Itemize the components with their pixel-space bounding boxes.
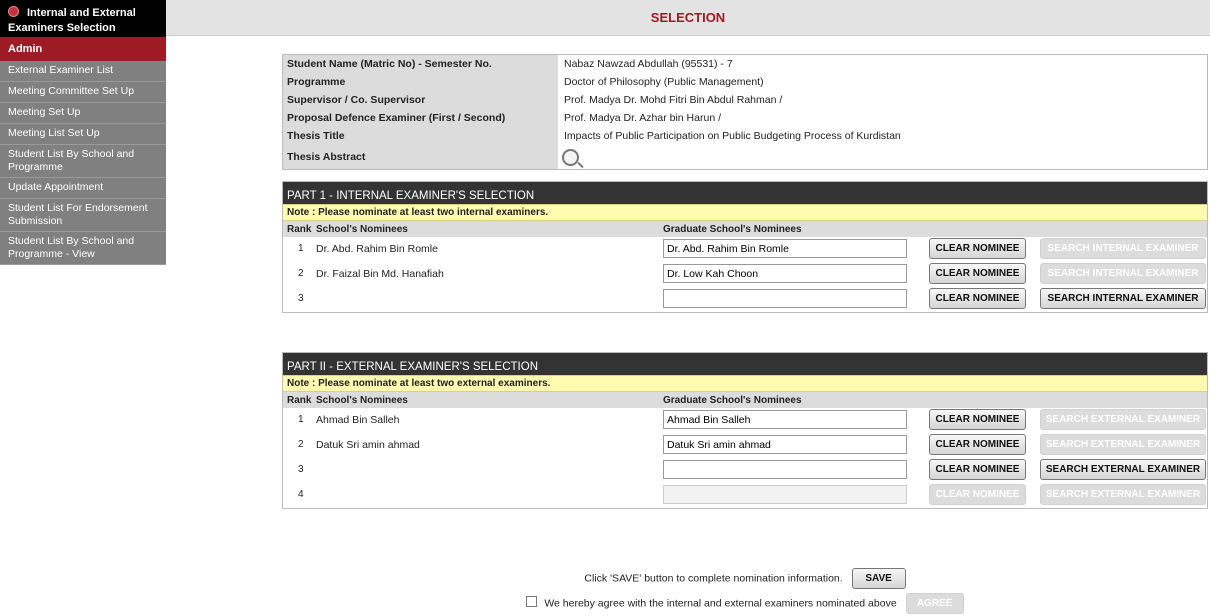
agree-area: We hereby agree with the internal and ex… xyxy=(282,593,1208,614)
sidebar-item-admin[interactable]: Admin xyxy=(0,37,166,61)
clear-nominee-button[interactable]: CLEAR NOMINEE xyxy=(929,288,1026,309)
thesis-abstract-label: Thesis Abstract xyxy=(283,145,558,169)
school-nominee: Ahmad Bin Salleh xyxy=(316,414,400,426)
magnifier-icon[interactable] xyxy=(562,148,579,166)
clear-nominee-button[interactable]: CLEAR NOMINEE xyxy=(929,238,1026,259)
sidebar-item-update-appointment[interactable]: Update Appointment xyxy=(0,178,166,199)
sidebar-item-meeting-list-set-up[interactable]: Meeting List Set Up xyxy=(0,124,166,145)
school-nominee: Dr. Faizal Bin Md. Hanafiah xyxy=(316,268,444,280)
col-school-nominees: School's Nominees xyxy=(316,224,408,235)
sidebar-item-student-list-view[interactable]: Student List By School and Programme - V… xyxy=(0,232,166,265)
supervisor-value: Prof. Madya Dr. Mohd Fitri Bin Abdul Rah… xyxy=(564,94,783,106)
graduate-nominee-input[interactable] xyxy=(663,239,907,258)
info-row-proposal: Proposal Defence Examiner (First / Secon… xyxy=(283,109,1207,127)
programme-value: Doctor of Philosophy (Public Management) xyxy=(564,76,764,88)
col-graduate-nominees: Graduate School's Nominees xyxy=(663,395,802,406)
thesis-title-label: Thesis Title xyxy=(283,127,558,145)
graduate-nominee-input[interactable] xyxy=(663,460,907,479)
rank: 2 xyxy=(298,439,304,450)
graduate-nominee-input xyxy=(663,485,907,504)
sidebar: Internal and External Examiners Selectio… xyxy=(0,0,166,616)
rank: 1 xyxy=(298,414,304,425)
info-row-supervisor: Supervisor / Co. Supervisor Prof. Madya … xyxy=(283,91,1207,109)
student-value: Nabaz Nawzad Abdullah (95531) - 7 xyxy=(564,58,733,70)
section-note: Note : Please nominate at least two inte… xyxy=(283,204,1207,221)
school-nominee: Datuk Sri amin ahmad xyxy=(316,439,420,451)
sidebar-item-student-list-endorsement[interactable]: Student List For Endorsement Submission xyxy=(0,199,166,232)
column-header: Rank School's Nominees Graduate School's… xyxy=(283,221,1207,237)
table-row: 1 Ahmad Bin Salleh CLEAR NOMINEE SEARCH … xyxy=(283,408,1207,433)
section-note: Note : Please nominate at least two exte… xyxy=(283,375,1207,392)
sidebar-header: Internal and External Examiners Selectio… xyxy=(0,0,166,37)
info-row-student: Student Name (Matric No) - Semester No. … xyxy=(283,55,1207,73)
rank: 3 xyxy=(298,293,304,304)
internal-examiner-section: PART 1 - INTERNAL EXAMINER'S SELECTION N… xyxy=(282,181,1208,313)
table-row: 3 CLEAR NOMINEE SEARCH INTERNAL EXAMINER xyxy=(283,287,1207,312)
section-title: PART II - EXTERNAL EXAMINER'S SELECTION xyxy=(283,353,1207,375)
clear-nominee-button[interactable]: CLEAR NOMINEE xyxy=(929,484,1026,505)
sidebar-item-meeting-committee-set-up[interactable]: Meeting Committee Set Up xyxy=(0,82,166,103)
graduate-nominee-input[interactable] xyxy=(663,264,907,283)
student-label: Student Name (Matric No) - Semester No. xyxy=(283,55,558,73)
col-rank: Rank xyxy=(287,224,312,235)
rank: 4 xyxy=(298,489,304,500)
clear-nominee-button[interactable]: CLEAR NOMINEE xyxy=(929,459,1026,480)
table-row: 1 Dr. Abd. Rahim Bin Romle CLEAR NOMINEE… xyxy=(283,237,1207,262)
student-info-table: Student Name (Matric No) - Semester No. … xyxy=(282,54,1208,170)
clear-nominee-button[interactable]: CLEAR NOMINEE xyxy=(929,263,1026,284)
agree-button[interactable]: AGREE xyxy=(905,593,964,614)
agree-text: We hereby agree with the internal and ex… xyxy=(544,597,897,610)
graduate-nominee-input[interactable] xyxy=(663,410,907,429)
info-row-thesis-abstract: Thesis Abstract xyxy=(283,145,1207,169)
page-title: SELECTION xyxy=(166,0,1210,36)
info-row-thesis-title: Thesis Title Impacts of Public Participa… xyxy=(283,127,1207,145)
save-area: Click 'SAVE' button to complete nominati… xyxy=(282,568,1208,589)
search-external-examiner-button[interactable]: SEARCH EXTERNAL EXAMINER xyxy=(1040,484,1206,505)
sidebar-item-student-list-by-school[interactable]: Student List By School and Programme xyxy=(0,145,166,178)
column-header: Rank School's Nominees Graduate School's… xyxy=(283,392,1207,408)
search-internal-examiner-button[interactable]: SEARCH INTERNAL EXAMINER xyxy=(1040,238,1206,259)
proposal-value: Prof. Madya Dr. Azhar bin Harun / xyxy=(564,112,721,124)
table-row: 4 CLEAR NOMINEE SEARCH EXTERNAL EXAMINER xyxy=(283,483,1207,508)
save-button[interactable]: SAVE xyxy=(851,568,906,589)
save-hint: Click 'SAVE' button to complete nominati… xyxy=(584,572,843,585)
search-internal-examiner-button[interactable]: SEARCH INTERNAL EXAMINER xyxy=(1040,288,1206,309)
school-nominee: Dr. Abd. Rahim Bin Romle xyxy=(316,243,438,255)
rank: 2 xyxy=(298,268,304,279)
sidebar-header-label: Internal and External Examiners Selectio… xyxy=(8,7,136,34)
sidebar-item-meeting-set-up[interactable]: Meeting Set Up xyxy=(0,103,166,124)
search-internal-examiner-button[interactable]: SEARCH INTERNAL EXAMINER xyxy=(1040,263,1206,284)
rank: 3 xyxy=(298,464,304,475)
proposal-label: Proposal Defence Examiner (First / Secon… xyxy=(283,109,558,127)
col-rank: Rank xyxy=(287,395,312,406)
info-row-programme: Programme Doctor of Philosophy (Public M… xyxy=(283,73,1207,91)
external-examiner-section: PART II - EXTERNAL EXAMINER'S SELECTION … xyxy=(282,352,1208,509)
supervisor-label: Supervisor / Co. Supervisor xyxy=(283,91,558,109)
search-external-examiner-button[interactable]: SEARCH EXTERNAL EXAMINER xyxy=(1040,409,1206,430)
programme-label: Programme xyxy=(283,73,558,91)
table-row: 2 Dr. Faizal Bin Md. Hanafiah CLEAR NOMI… xyxy=(283,262,1207,287)
thesis-title-value: Impacts of Public Participation on Publi… xyxy=(564,130,901,142)
search-external-examiner-button[interactable]: SEARCH EXTERNAL EXAMINER xyxy=(1040,434,1206,455)
sidebar-item-external-examiner-list[interactable]: External Examiner List xyxy=(0,61,166,82)
section-title: PART 1 - INTERNAL EXAMINER'S SELECTION xyxy=(283,182,1207,204)
search-external-examiner-button[interactable]: SEARCH EXTERNAL EXAMINER xyxy=(1040,459,1206,480)
agree-checkbox[interactable] xyxy=(526,596,538,608)
graduate-nominee-input[interactable] xyxy=(663,289,907,308)
bullet-icon xyxy=(8,6,19,17)
graduate-nominee-input[interactable] xyxy=(663,435,907,454)
clear-nominee-button[interactable]: CLEAR NOMINEE xyxy=(929,434,1026,455)
col-school-nominees: School's Nominees xyxy=(316,395,408,406)
table-row: 2 Datuk Sri amin ahmad CLEAR NOMINEE SEA… xyxy=(283,433,1207,458)
table-row: 3 CLEAR NOMINEE SEARCH EXTERNAL EXAMINER xyxy=(283,458,1207,483)
clear-nominee-button[interactable]: CLEAR NOMINEE xyxy=(929,409,1026,430)
col-graduate-nominees: Graduate School's Nominees xyxy=(663,224,802,235)
rank: 1 xyxy=(298,243,304,254)
